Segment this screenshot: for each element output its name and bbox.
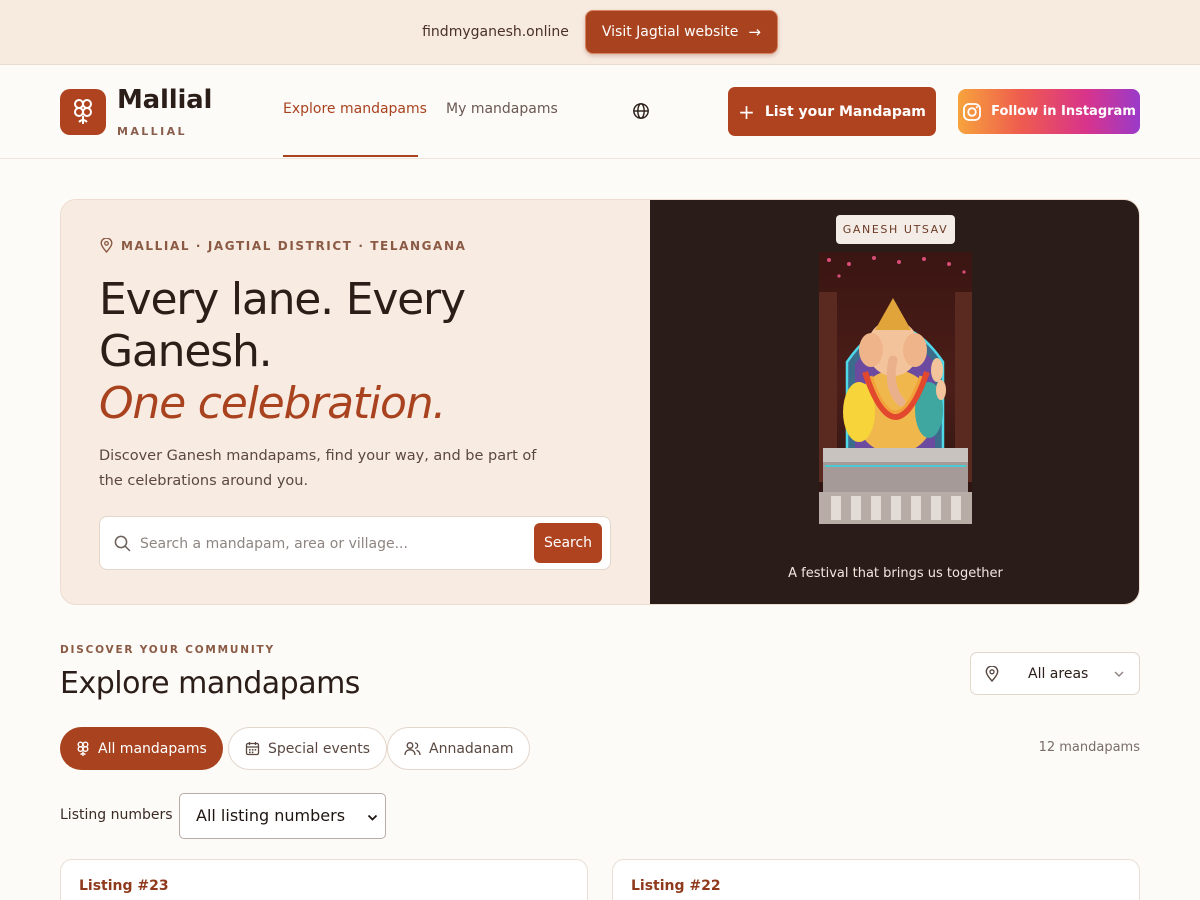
hero-location-text: MALLIAL · JAGTIAL DISTRICT · TELANGANA <box>121 238 467 253</box>
nav-explore-mandapams[interactable]: Explore mandapams <box>283 101 427 117</box>
brand-subtitle: MALLIAL <box>117 125 187 138</box>
chip-special-events-label: Special events <box>268 740 371 757</box>
people-icon <box>404 742 421 756</box>
listing-numbers-value: All listing numbers <box>196 806 346 825</box>
arrow-right-icon: → <box>748 23 761 41</box>
search-input[interactable] <box>140 531 520 557</box>
hero-caption: A festival that brings us together <box>788 566 1003 581</box>
follow-instagram-label: Follow in Instagram <box>991 104 1136 119</box>
ganesh-utsav-badge: GANESH UTSAV <box>836 215 955 244</box>
mandapam-count: 12 mandapams <box>1038 740 1140 755</box>
list-mandapam-label: List your Mandapam <box>764 103 926 120</box>
chip-all-mandapams[interactable]: All mandapams <box>60 727 223 770</box>
calendar-icon <box>245 742 260 756</box>
hero-section: MALLIAL · JAGTIAL DISTRICT · TELANGANA E… <box>60 199 1140 605</box>
nav-active-underline <box>283 155 418 157</box>
brand-name: Mallial <box>117 85 213 115</box>
hero-headline-line-2: Ganesh. <box>99 326 273 377</box>
listing-card-title: Listing #23 <box>79 878 169 894</box>
location-pin-icon <box>985 666 999 682</box>
chip-annadanam[interactable]: Annadanam <box>387 727 531 770</box>
hero-description: Discover Ganesh mandapams, find your way… <box>99 448 537 489</box>
plus-icon: + <box>738 99 755 124</box>
hero-headline-italic: One celebration. <box>99 378 446 429</box>
chip-annadanam-label: Annadanam <box>429 740 514 757</box>
hero-headline: Every lane. Every Ganesh. <box>99 274 619 378</box>
hero-headline-line-1: Every lane. Every <box>99 274 466 325</box>
search-bar: Search <box>99 516 611 570</box>
area-filter-dropdown[interactable]: All areas <box>970 652 1140 695</box>
site-domain: findmyganesh.online <box>422 24 569 40</box>
ganesh-logo-icon <box>74 99 92 124</box>
chip-special-events[interactable]: Special events <box>228 727 388 770</box>
visit-jagtial-button[interactable]: Visit Jagtial website → <box>584 10 778 54</box>
ganesh-icon <box>77 741 89 756</box>
list-mandapam-button[interactable]: + List your Mandapam <box>728 87 936 136</box>
listing-numbers-label: Listing numbers <box>60 807 173 823</box>
visit-jagtial-label: Visit Jagtial website <box>601 24 739 40</box>
globe-icon[interactable] <box>632 102 650 120</box>
listing-numbers-select[interactable]: All listing numbers <box>179 793 386 839</box>
listing-card[interactable]: Listing #22 <box>612 859 1140 900</box>
hero-image-panel: GANESH UTSAV A festival that brings us t… <box>650 200 1139 604</box>
brand-logo[interactable] <box>60 89 106 135</box>
search-button[interactable]: Search <box>534 523 602 563</box>
location-pin-icon <box>100 238 113 253</box>
hero-left-panel: MALLIAL · JAGTIAL DISTRICT · TELANGANA E… <box>61 200 650 604</box>
nav-my-mandapams[interactable]: My mandapams <box>446 101 558 117</box>
instagram-icon <box>963 102 982 121</box>
ganesh-idol-photo <box>819 252 972 524</box>
listing-card-title: Listing #22 <box>631 878 721 894</box>
chevron-down-icon <box>1114 671 1124 677</box>
search-icon <box>114 535 131 552</box>
hero-location: MALLIAL · JAGTIAL DISTRICT · TELANGANA <box>100 238 466 253</box>
chip-all-mandapams-label: All mandapams <box>98 740 207 757</box>
chevron-down-icon <box>367 814 378 821</box>
section-eyebrow: DISCOVER YOUR COMMUNITY <box>60 644 275 656</box>
follow-instagram-button[interactable]: Follow in Instagram <box>958 89 1140 134</box>
site-header: Mallial MALLIAL Explore mandapams My man… <box>0 65 1200 159</box>
section-title: Explore mandapams <box>60 666 360 701</box>
listing-card[interactable]: Listing #23 <box>60 859 588 900</box>
top-banner: findmyganesh.online Visit Jagtial websit… <box>0 0 1200 65</box>
area-filter-value: All areas <box>1028 666 1089 682</box>
